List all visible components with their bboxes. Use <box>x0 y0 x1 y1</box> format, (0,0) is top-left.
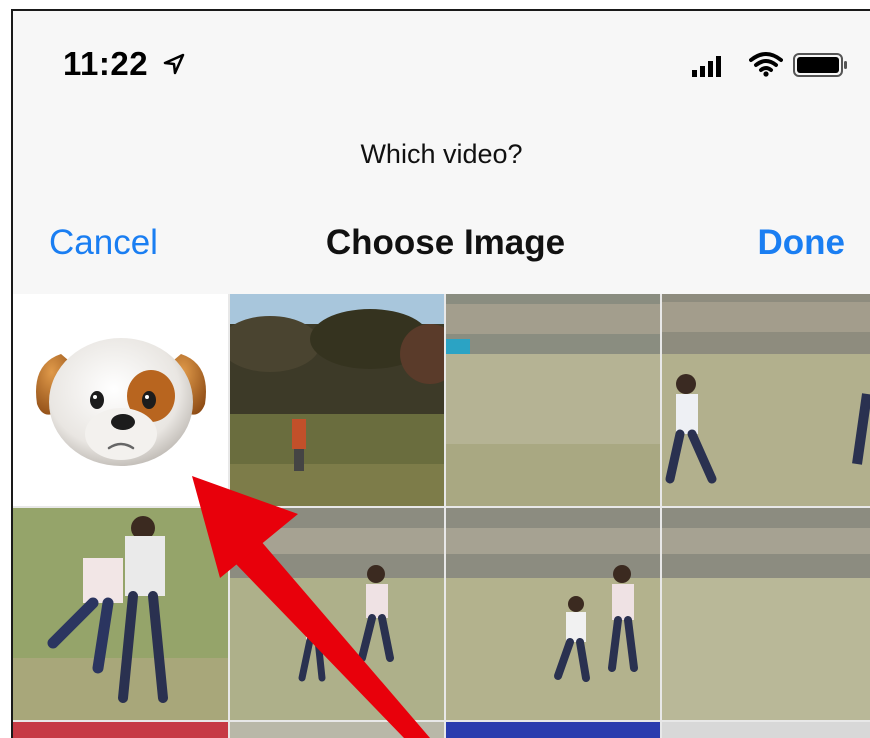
grid-item-video[interactable] <box>662 508 870 720</box>
video-thumbnail <box>230 508 444 720</box>
image-grid <box>13 294 870 738</box>
grid-item-video[interactable] <box>446 508 660 720</box>
grid-item-video[interactable] <box>13 508 228 720</box>
grid-item-animoji[interactable] <box>13 294 228 506</box>
grid-item-video[interactable] <box>662 722 870 738</box>
dog-animoji-icon <box>36 338 206 466</box>
grid-item-video[interactable] <box>446 294 660 506</box>
status-time: 11:22 <box>63 45 149 82</box>
grid-item-video[interactable] <box>662 294 870 506</box>
video-thumbnail <box>230 294 444 506</box>
video-thumbnail <box>662 294 870 506</box>
battery-icon <box>793 53 847 77</box>
cellular-signal-icon <box>692 56 721 77</box>
grid-item-video[interactable] <box>230 722 444 738</box>
prompt-text: Which video? <box>360 139 523 169</box>
video-thumbnail <box>13 508 228 720</box>
video-thumbnail <box>446 294 660 506</box>
status-bar: 11:22 <box>13 11 870 111</box>
phone-screen: 11:22 Which video? Cancel Choose Image D… <box>11 9 870 738</box>
page-title: Choose Image <box>325 223 566 262</box>
grid-item-video[interactable] <box>230 294 444 506</box>
video-thumbnail <box>662 508 870 720</box>
done-button[interactable]: Done <box>758 223 846 263</box>
grid-item-video[interactable] <box>230 508 444 720</box>
grid-item-video[interactable] <box>446 722 660 738</box>
video-thumbnail <box>446 508 660 720</box>
wifi-icon <box>749 52 783 77</box>
location-arrow-icon <box>163 53 185 75</box>
grid-item-video[interactable] <box>13 722 228 738</box>
